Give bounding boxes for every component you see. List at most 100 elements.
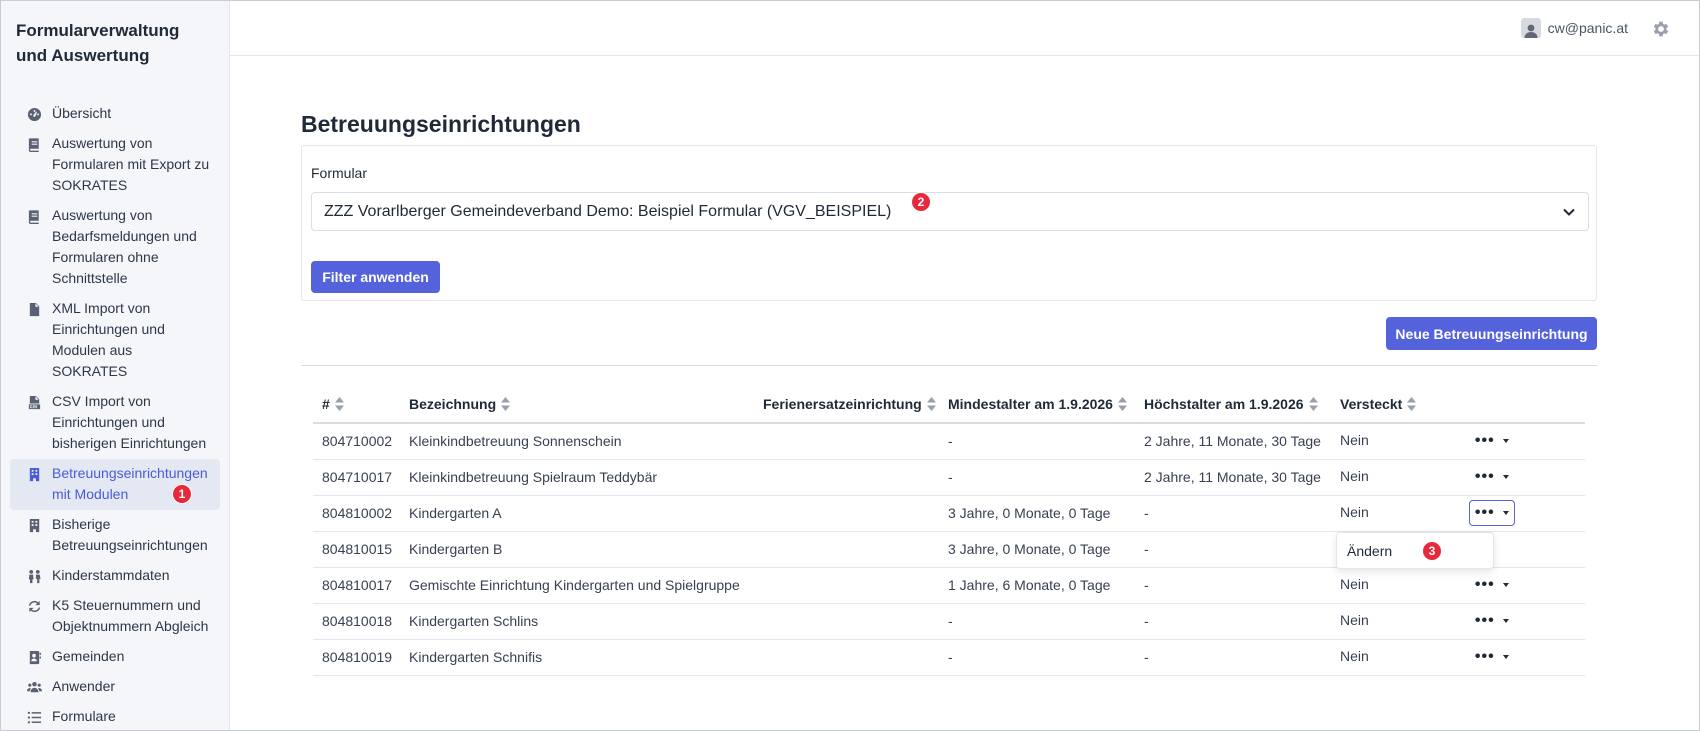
sidebar-item-csv-import-von[interactable]: CSV Import von Einrichtungen und bisheri… <box>10 387 220 459</box>
sidebar-item-ubersicht[interactable]: Übersicht <box>10 99 220 129</box>
sidebar-item-auswertung-von-formularen[interactable]: Auswertung von Formularen mit Export zu … <box>10 129 220 201</box>
sidebar-nav: Übersicht Auswertung von Formularen mit E… <box>1 99 229 731</box>
more-dots-icon: ••• <box>1474 468 1495 485</box>
column-header-bezeichnung[interactable]: Bezeichnung <box>400 386 754 424</box>
building-icon <box>26 517 42 533</box>
cell-value: - <box>1144 649 1149 665</box>
row-actions-button[interactable]: ••• <box>1469 428 1515 454</box>
formular-select[interactable]: ZZZ Vorarlberger Gemeindeverband Demo: B… <box>311 192 1589 231</box>
column-header-hochstalter-am-1-9-2026[interactable]: Höchstalter am 1.9.2026 <box>1135 386 1331 424</box>
sort-icon[interactable] <box>1117 397 1127 411</box>
cell-value: Kindergarten B <box>409 541 503 557</box>
cell-value: - <box>948 649 953 665</box>
sidebar-item-kinderstammdaten[interactable]: Kinderstammdaten <box>10 561 220 591</box>
row-actions-button[interactable]: ••• <box>1469 572 1515 598</box>
cell-value: Gemischte Einrichtung Kindergarten und S… <box>409 577 740 593</box>
sidebar-item-bisherige-betreuungseinrichtungen[interactable]: Bisherige Betreuungseinrichtungen <box>10 510 220 561</box>
column-header-ferienersatzeinrichtung[interactable]: Ferienersatzeinrichtung <box>754 386 939 424</box>
cell-hochstalter-am-1-9-2026: - <box>1135 495 1331 532</box>
cell-hochstalter-am-1-9-2026: - <box>1135 531 1331 568</box>
cell-ferienersatzeinrichtung <box>754 459 939 496</box>
cell-versteckt: Nein ••• <box>1331 459 1585 496</box>
sidebar-item-label: Übersicht <box>52 105 112 121</box>
cell-id: 804810018 <box>313 603 400 640</box>
gear-icon[interactable] <box>1651 19 1671 39</box>
column-header-mindestalter-am-1-9-2026[interactable]: Mindestalter am 1.9.2026 <box>939 386 1135 424</box>
cell-value: Nein <box>1340 504 1369 520</box>
cell-id: 804710002 <box>313 423 400 460</box>
cell-mindestalter-am-1-9-2026: 3 Jahre, 0 Monate, 0 Tage <box>939 495 1135 532</box>
sort-icon[interactable] <box>334 397 344 411</box>
row-actions-button[interactable]: ••• <box>1469 608 1515 634</box>
table-header-row: # Bezeichnung Ferienersatzeinrichtung Minde… <box>313 386 1585 424</box>
cell-versteckt: Nein ••• <box>1331 567 1585 604</box>
sidebar-item-betreuungseinrichtungen-mit-modulen[interactable]: Betreuungseinrichtungen mit Modulen 1 <box>10 459 220 510</box>
chevron-down-icon <box>1562 205 1576 219</box>
cell-hochstalter-am-1-9-2026: - <box>1135 639 1331 676</box>
cell-bezeichnung: Gemischte Einrichtung Kindergarten und S… <box>400 567 754 604</box>
cell-value: - <box>1144 577 1149 593</box>
sidebar-item-auswertung-von-bedarfsmeldungen[interactable]: Auswertung von Bedarfsmeldungen und Form… <box>10 201 220 294</box>
column-header-label: Mindestalter am 1.9.2026 <box>948 396 1113 412</box>
cell-bezeichnung: Kindergarten Schnifis <box>400 639 754 676</box>
cell-ferienersatzeinrichtung <box>754 603 939 640</box>
cell-value: 3 Jahre, 0 Monate, 0 Tage <box>948 541 1111 557</box>
cell-value: - <box>948 433 953 450</box>
cell-bezeichnung: Kindergarten A <box>400 495 754 532</box>
cell-hochstalter-am-1-9-2026: 2 Jahre, 11 Monate, 30 Tage <box>1135 423 1331 460</box>
cell-value: Nein <box>1340 648 1369 664</box>
book-icon <box>26 136 42 152</box>
cell-value: 804810018 <box>322 613 393 629</box>
file-code-icon <box>26 301 42 317</box>
sort-icon[interactable] <box>501 397 511 411</box>
cell-value: - <box>948 469 953 485</box>
sidebar-item-label: XML Import von Einrichtungen und Modulen… <box>52 300 165 379</box>
sidebar-item-anwender[interactable]: Anwender <box>10 672 220 702</box>
cell-ferienersatzeinrichtung <box>754 423 939 460</box>
user-menu[interactable]: cw@panic.at <box>1520 18 1628 38</box>
cell-id: 804810017 <box>313 567 400 604</box>
sidebar: Formularverwaltung und Auswertung Übersi… <box>1 1 230 730</box>
sidebar-item-gemeinden[interactable]: Gemeinden <box>10 642 220 672</box>
cell-value: Kleinkindbetreuung Sonnenschein <box>409 433 622 450</box>
more-dots-icon: ••• <box>1474 504 1495 521</box>
new-facility-button[interactable]: Neue Betreuungseinrichtung <box>1386 317 1597 350</box>
row-actions-button[interactable]: ••• <box>1469 464 1515 490</box>
sidebar-item-label: Auswertung von Formularen mit Export zu … <box>52 135 210 193</box>
row-actions-dropdown: Ändern 3 <box>1336 532 1494 569</box>
cell-mindestalter-am-1-9-2026: 3 Jahre, 0 Monate, 0 Tage <box>939 531 1135 568</box>
sidebar-item-k5-steuernummern-und[interactable]: K5 Steuernummern und Objektnummern Abgle… <box>10 591 220 642</box>
main-content: cw@panic.at Betreuungseinrichtungen Form… <box>230 1 1699 730</box>
more-dots-icon: ••• <box>1474 576 1495 593</box>
table-row: 804710017 Kleinkindbetreuung Spielraum Te… <box>313 459 1585 496</box>
edit-menu-item[interactable]: Ändern <box>1347 543 1392 559</box>
cell-bezeichnung: Kindergarten B <box>400 531 754 568</box>
row-actions-button[interactable]: ••• <box>1469 644 1515 670</box>
sort-icon[interactable] <box>926 397 936 411</box>
cell-value: 804810019 <box>322 649 393 665</box>
cell-versteckt: Nein ••• <box>1331 495 1585 532</box>
row-actions-button[interactable]: ••• <box>1468 500 1515 526</box>
cell-value: 804810015 <box>322 541 393 557</box>
sidebar-item-label: Kinderstammdaten <box>52 567 170 583</box>
sidebar-item-formulare[interactable]: Formulare <box>10 702 220 731</box>
table-row: 804810019 Kindergarten Schnifis - - Nein ••• <box>313 639 1585 676</box>
sort-icon[interactable] <box>1308 397 1318 411</box>
cell-mindestalter-am-1-9-2026: - <box>939 639 1135 676</box>
apply-filter-button[interactable]: Filter anwenden <box>311 261 440 293</box>
dashboard-icon <box>26 106 42 122</box>
column-header-versteckt[interactable]: Versteckt <box>1331 386 1585 424</box>
sort-icon[interactable] <box>1407 397 1417 411</box>
sidebar-item-label: Anwender <box>52 678 116 694</box>
cell-versteckt: Nein ••• <box>1331 603 1585 640</box>
facilities-table: # Bezeichnung Ferienersatzeinrichtung Minde… <box>313 386 1585 676</box>
cell-hochstalter-am-1-9-2026: - <box>1135 603 1331 640</box>
users-icon <box>26 679 42 695</box>
cell-value: Kindergarten A <box>409 505 502 521</box>
list-icon <box>26 709 42 725</box>
app-window: Formularverwaltung und Auswertung Übersi… <box>0 0 1700 731</box>
sidebar-item-label: Gemeinden <box>52 648 125 664</box>
sidebar-item-xml-import-von[interactable]: XML Import von Einrichtungen und Modulen… <box>10 294 220 387</box>
cell-versteckt: Nein ••• <box>1331 423 1585 460</box>
column-header-id[interactable]: # <box>313 386 400 424</box>
